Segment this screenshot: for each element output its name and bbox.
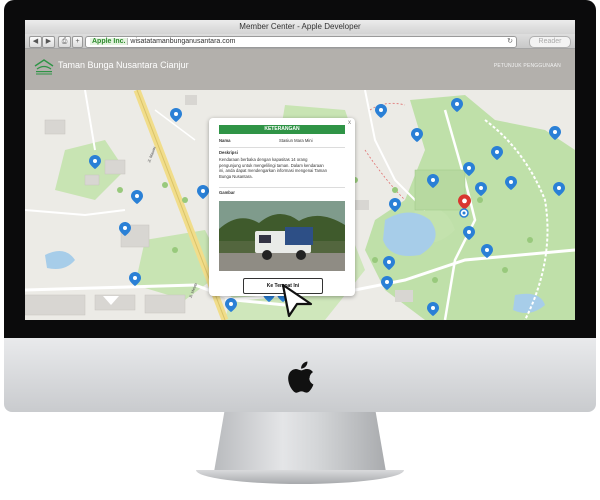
imac-frame: Member Center - Apple Developer ◀ ▶ ⎙ + … — [0, 0, 600, 500]
name-value: Stasiun Mara Mini — [279, 138, 313, 143]
map-marker-icon[interactable] — [381, 276, 393, 290]
map-marker-icon[interactable] — [451, 98, 463, 112]
map-marker-icon[interactable] — [553, 182, 565, 196]
back-button[interactable]: ◀ — [29, 36, 42, 48]
plus-icon: + — [75, 38, 80, 45]
map-marker-icon[interactable] — [411, 128, 423, 142]
name-row: Nama Stasiun Mara Mini — [219, 138, 345, 143]
map-marker-icon[interactable] — [463, 226, 475, 240]
map-marker-icon[interactable] — [119, 222, 131, 236]
site-title[interactable]: Taman Bunga Nusantara Cianjur — [58, 60, 189, 70]
map-marker-icon[interactable] — [389, 198, 401, 212]
forward-button[interactable]: ▶ — [42, 36, 55, 48]
screen: Member Center - Apple Developer ◀ ▶ ⎙ + … — [25, 20, 575, 320]
popup-tail — [103, 296, 119, 305]
description-text: Kendaraan berbaka dengan kapasitas 14 or… — [219, 157, 327, 179]
share-icon: ⎙ — [61, 38, 68, 45]
help-link[interactable]: PETUNJUK PENGGUNAAN — [494, 63, 561, 69]
secure-site-badge: Apple Inc. — [90, 38, 129, 45]
map-marker-icon[interactable] — [475, 182, 487, 196]
map-marker-icon[interactable] — [549, 126, 561, 140]
info-popup: KETERANGAN x Nama Stasiun Mara Mini Desk… — [209, 118, 355, 296]
vehicle-photo — [219, 201, 345, 271]
imac-stand — [214, 412, 386, 472]
window-titlebar: Member Center - Apple Developer — [25, 20, 575, 34]
map-marker-icon[interactable] — [89, 155, 101, 169]
apple-logo-icon — [288, 361, 314, 393]
divider — [219, 147, 345, 148]
new-tab-button[interactable]: + — [72, 36, 83, 48]
address-bar[interactable]: Apple Inc. wisatatamanbunganusantara.com… — [85, 36, 517, 48]
cursor-arrow-icon — [281, 283, 313, 318]
browser-toolbar: ◀ ▶ ⎙ + Apple Inc. wisatatamanbunganusan… — [25, 34, 575, 49]
map-marker-icon[interactable] — [375, 104, 387, 118]
map-marker-icon[interactable] — [170, 108, 182, 122]
map-marker-icon[interactable] — [225, 298, 237, 312]
user-location-icon — [459, 208, 469, 218]
reader-button[interactable]: Reader — [529, 36, 571, 48]
window-title: Member Center - Apple Developer — [239, 22, 361, 31]
forward-icon: ▶ — [45, 38, 52, 45]
back-icon: ◀ — [32, 38, 39, 45]
map-marker-icon[interactable] — [505, 176, 517, 190]
pond — [45, 251, 75, 269]
divider — [219, 187, 345, 188]
reload-icon[interactable]: ↻ — [507, 37, 513, 47]
description-label: Deskripsi — [219, 150, 238, 155]
map-view[interactable]: Jl. Mawar Jl. Melati KETERANGAN x Nama S… — [25, 90, 575, 320]
map-marker-icon[interactable] — [463, 162, 475, 176]
map-marker-icon[interactable] — [129, 272, 141, 286]
popup-header: KETERANGAN — [219, 125, 345, 134]
map-marker-icon[interactable] — [491, 146, 503, 160]
url-text: wisatatamanbunganusantara.com — [130, 38, 236, 45]
map-marker-icon[interactable] — [131, 190, 143, 204]
name-label: Nama — [219, 138, 231, 143]
site-logo-icon[interactable] — [33, 57, 55, 77]
site-header: Taman Bunga Nusantara Cianjur PETUNJUK P… — [25, 49, 575, 90]
imac-stand-base — [196, 470, 404, 484]
map-marker-icon[interactable] — [427, 302, 439, 316]
close-icon[interactable]: x — [348, 120, 351, 126]
share-button[interactable]: ⎙ — [58, 36, 71, 48]
map-marker-icon[interactable] — [383, 256, 395, 270]
map-marker-icon[interactable] — [427, 174, 439, 188]
map-marker-icon[interactable] — [197, 185, 209, 199]
image-label: Gambar — [219, 190, 235, 195]
map-marker-icon[interactable] — [481, 244, 493, 258]
